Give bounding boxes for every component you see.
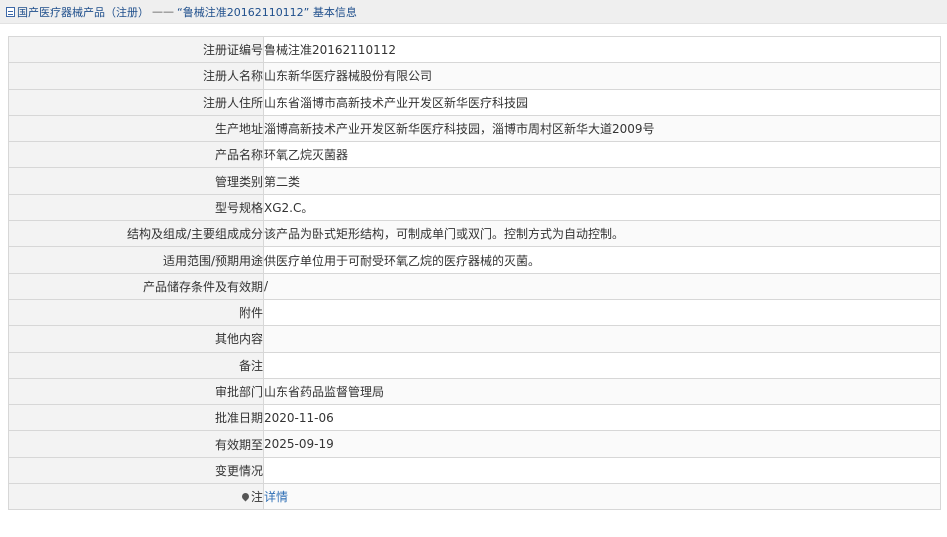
table-row: 附件 bbox=[8, 298, 941, 327]
row-label: 有效期至 bbox=[8, 430, 264, 458]
row-label: 管理类别 bbox=[8, 167, 264, 195]
table-row: 型号规格 XG2.C。 bbox=[8, 193, 941, 222]
row-value: 2025-09-19 bbox=[263, 430, 941, 458]
row-value: 山东新华医疗器械股份有限公司 bbox=[263, 62, 941, 90]
table-row: 审批部门 山东省药品监督管理局 bbox=[8, 377, 941, 406]
table-row: 注册证编号 鲁械注准20162110112 bbox=[8, 35, 941, 64]
row-label: 批准日期 bbox=[8, 404, 264, 432]
row-value: XG2.C。 bbox=[263, 193, 941, 222]
table-row: 产品名称 环氧乙烷灭菌器 bbox=[8, 141, 941, 169]
row-value: 供医疗单位用于可耐受环氧乙烷的医疗器械的灭菌。 bbox=[263, 246, 941, 274]
row-label: 型号规格 bbox=[8, 193, 264, 222]
row-value: 山东省淄博市高新技术产业开发区新华医疗科技园 bbox=[263, 88, 941, 116]
registration-info-table: 注册证编号 鲁械注准20162110112 注册人名称 山东新华医疗器械股份有限公司… bbox=[8, 35, 941, 511]
table-row: 其他内容 bbox=[8, 325, 941, 353]
row-value: 淄博高新技术产业开发区新华医疗科技园，淄博市周村区新华大道2009号 bbox=[263, 114, 941, 143]
table-row: 有效期至 2025-09-19 bbox=[8, 430, 941, 458]
row-label: 审批部门 bbox=[8, 377, 264, 406]
row-value bbox=[263, 351, 941, 379]
pin-icon bbox=[240, 491, 251, 502]
row-label: 注册人名称 bbox=[8, 62, 264, 90]
row-label: 适用范围/预期用途 bbox=[8, 246, 264, 274]
row-value: 环氧乙烷灭菌器 bbox=[263, 141, 941, 169]
row-value bbox=[263, 325, 941, 353]
note-label-cell: 注 bbox=[8, 483, 264, 511]
row-value: 山东省药品监督管理局 bbox=[263, 377, 941, 406]
row-value: 鲁械注准20162110112 bbox=[263, 35, 941, 64]
row-value: 该产品为卧式矩形结构，可制成单门或双门。控制方式为自动控制。 bbox=[263, 220, 941, 248]
row-label: 注册人住所 bbox=[8, 88, 264, 116]
row-value: / bbox=[263, 272, 941, 300]
row-label: 其他内容 bbox=[8, 325, 264, 353]
row-label: 附件 bbox=[8, 298, 264, 327]
row-label: 注册证编号 bbox=[8, 35, 264, 64]
details-link[interactable]: 详情 bbox=[265, 490, 289, 504]
breadcrumb: 国产医疗器械产品（注册） —— “鲁械注准20162110112” 基本信息 bbox=[0, 0, 947, 24]
table-row: 注册人住所 山东省淄博市高新技术产业开发区新华医疗科技园 bbox=[8, 88, 941, 116]
row-label: 结构及组成/主要组成成分 bbox=[8, 220, 264, 248]
row-label: 产品储存条件及有效期 bbox=[8, 272, 264, 300]
row-value: 第二类 bbox=[263, 167, 941, 195]
row-label: 产品名称 bbox=[8, 141, 264, 169]
table-row: 适用范围/预期用途 供医疗单位用于可耐受环氧乙烷的医疗器械的灭菌。 bbox=[8, 246, 941, 274]
document-icon bbox=[6, 6, 15, 17]
breadcrumb-root[interactable]: 国产医疗器械产品（注册） bbox=[17, 4, 149, 20]
table-row: 变更情况 bbox=[8, 456, 941, 485]
row-label: 生产地址 bbox=[8, 114, 264, 143]
note-value-cell: 详情 bbox=[263, 483, 941, 511]
row-label: 备注 bbox=[8, 351, 264, 379]
breadcrumb-separator: —— bbox=[152, 5, 174, 18]
row-value bbox=[263, 298, 941, 327]
table-row: 产品储存条件及有效期 / bbox=[8, 272, 941, 300]
table-row: 结构及组成/主要组成成分 该产品为卧式矩形结构，可制成单门或双门。控制方式为自动控… bbox=[8, 220, 941, 248]
table-row: 管理类别 第二类 bbox=[8, 167, 941, 195]
row-label: 变更情况 bbox=[8, 456, 264, 485]
table-row: 注册人名称 山东新华医疗器械股份有限公司 bbox=[8, 62, 941, 90]
row-value: 2020-11-06 bbox=[263, 404, 941, 432]
breadcrumb-current: “鲁械注准20162110112” 基本信息 bbox=[177, 5, 357, 19]
row-value bbox=[263, 456, 941, 485]
table-row: 批准日期 2020-11-06 bbox=[8, 404, 941, 432]
table-row-note: 注 详情 bbox=[8, 483, 941, 511]
table-row: 生产地址 淄博高新技术产业开发区新华医疗科技园，淄博市周村区新华大道2009号 bbox=[8, 114, 941, 143]
table-row: 备注 bbox=[8, 351, 941, 379]
note-label: 注 bbox=[250, 490, 263, 505]
